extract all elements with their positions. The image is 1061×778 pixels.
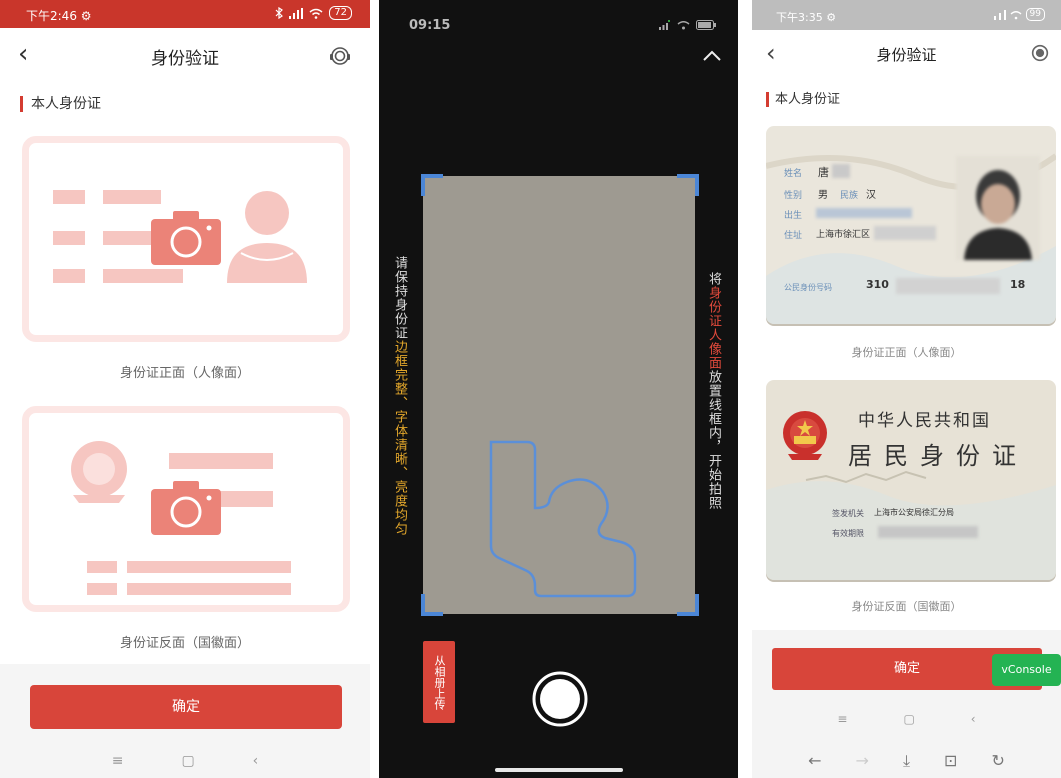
system-nav-bar: ≡ ▢ ‹ [0,744,370,778]
wifi-icon [677,21,690,30]
upload-from-album-button[interactable]: 从相册上传 [423,641,455,723]
status-icons: 99 [993,8,1045,21]
national-emblem-icon [783,411,827,460]
page-title: 身份验证 [151,49,219,69]
tabs-icon[interactable]: ⊡ [944,744,957,778]
status-time: 下午3:35 ⚙ [776,11,837,24]
battery-indicator: 99 [1025,8,1045,21]
id-back-caption: 身份证反面（国徽面） [851,600,962,613]
id-back-upload-card[interactable] [22,406,350,612]
customer-service-icon[interactable] [1029,42,1051,64]
nav-bar: ‹ 身份验证 [0,28,370,84]
camera-icon [151,211,221,265]
collapse-up-icon[interactable] [702,50,722,62]
screen-id-upload-filled: 下午3:35 ⚙ 99 ‹ 身份验证 本人身份证 姓名 唐 性别 男 民族 汉 … [752,0,1061,778]
redacted-block [878,526,978,538]
camera-icon [151,481,221,535]
wifi-icon [309,8,323,19]
menu-nav-icon[interactable]: ≡ [837,706,847,732]
status-icons [659,20,716,30]
frame-corner [677,174,699,196]
system-nav-bar: ≡ ▢ ‹ [752,706,1061,732]
frame-corner [677,594,699,616]
authority-label: 签发机关 [832,509,864,518]
back-nav-icon[interactable]: ‹ [971,706,976,732]
download-icon[interactable]: ⤓ [903,744,910,778]
confirm-button[interactable]: 确定 [30,685,342,729]
field-name-value: 唐 [818,166,829,179]
section-title: 本人身份证 [766,92,840,107]
menu-nav-icon[interactable]: ≡ [112,744,124,778]
field-name-label: 姓名 [784,169,803,179]
wifi-icon [1010,10,1022,19]
battery-indicator: 72 [329,6,352,20]
page-title: 身份验证 [876,46,937,64]
camera-viewfinder [423,176,695,614]
redacted-block [832,164,850,178]
status-time: 下午2:46 ⚙ [26,9,92,23]
capture-position-hint: 将身份证人像面放置线框内，开始拍照 [706,272,721,510]
portrait-photo-blurred [956,156,1040,260]
field-ethnic-label: 民族 [840,191,859,201]
status-bar: 下午3:35 ⚙ 99 [752,0,1061,30]
id-back-photo[interactable]: 中华人民共和国 居民身份证 签发机关 上海市公安局徐汇分局 有效期限 [766,380,1056,580]
status-icons: 72 [275,6,352,20]
shutter-button[interactable] [531,670,589,728]
portrait-outline-guide [489,440,637,598]
redacted-block [874,226,936,240]
browser-forward-icon[interactable]: → [856,744,869,778]
status-time: 09:15 [409,18,451,33]
section-title: 本人身份证 [20,96,101,112]
id-front-upload-card[interactable] [22,136,350,342]
signal-icon [993,9,1006,20]
vconsole-button[interactable]: vConsole [992,654,1061,686]
customer-service-icon[interactable] [328,44,352,68]
redacted-block [816,208,912,218]
id-front-caption: 身份证正面（人像面） [851,346,962,359]
field-address-label: 住址 [784,231,803,241]
browser-back-icon[interactable]: ← [808,744,821,778]
frame-corner [421,594,443,616]
signal-icon [659,20,670,30]
field-address-value: 上海市徐汇区 [816,230,871,240]
nav-bar: ‹ 身份验证 [752,30,1061,80]
capture-quality-hint: 请保持身份证边框完整、字体清晰、亮度均匀 [392,256,407,536]
country-line: 中华人民共和国 [858,411,991,431]
browser-toolbar: ← → ⤓ ⊡ ↻ [752,744,1061,778]
home-nav-icon[interactable]: ▢ [181,744,194,778]
validity-label: 有效期限 [832,529,864,538]
field-gender-label: 性别 [784,191,803,201]
field-id-prefix: 310 [866,278,889,291]
field-birth-label: 出生 [784,211,803,221]
field-gender-value: 男 [818,190,828,201]
bluetooth-icon [275,7,284,19]
card-title: 居民身份证 [848,442,1028,470]
screen-camera-capture: 09:15 请保持身份证边框完整、字体清晰、亮度均匀 将身份证人像面放置线框内，… [379,0,738,778]
screen-id-upload-empty: 下午2:46 ⚙ 72 ‹ 身份验证 本人身份证 身份证正面（人像面） 身份证反… [0,0,370,778]
field-id-label: 公民身份号码 [784,283,832,292]
id-front-caption: 身份证正面（人像面） [119,366,250,381]
id-front-photo[interactable]: 姓名 唐 性别 男 民族 汉 出生 住址 上海市徐汇区 公民身份号码 310 1… [766,126,1056,324]
authority-value: 上海市公安局徐汇分局 [874,508,954,517]
battery-icon [696,20,716,30]
back-nav-icon[interactable]: ‹ [253,744,259,778]
status-bar: 下午2:46 ⚙ 72 [0,0,370,28]
id-back-caption: 身份证反面（国徽面） [119,636,250,651]
home-indicator [495,768,623,772]
field-ethnic-value: 汉 [866,190,876,201]
signal-icon [289,7,304,19]
redacted-block [896,278,1000,294]
field-id-suffix: 18 [1010,278,1026,291]
refresh-icon[interactable]: ↻ [991,744,1004,778]
frame-corner [421,174,443,196]
home-nav-icon[interactable]: ▢ [903,706,914,732]
